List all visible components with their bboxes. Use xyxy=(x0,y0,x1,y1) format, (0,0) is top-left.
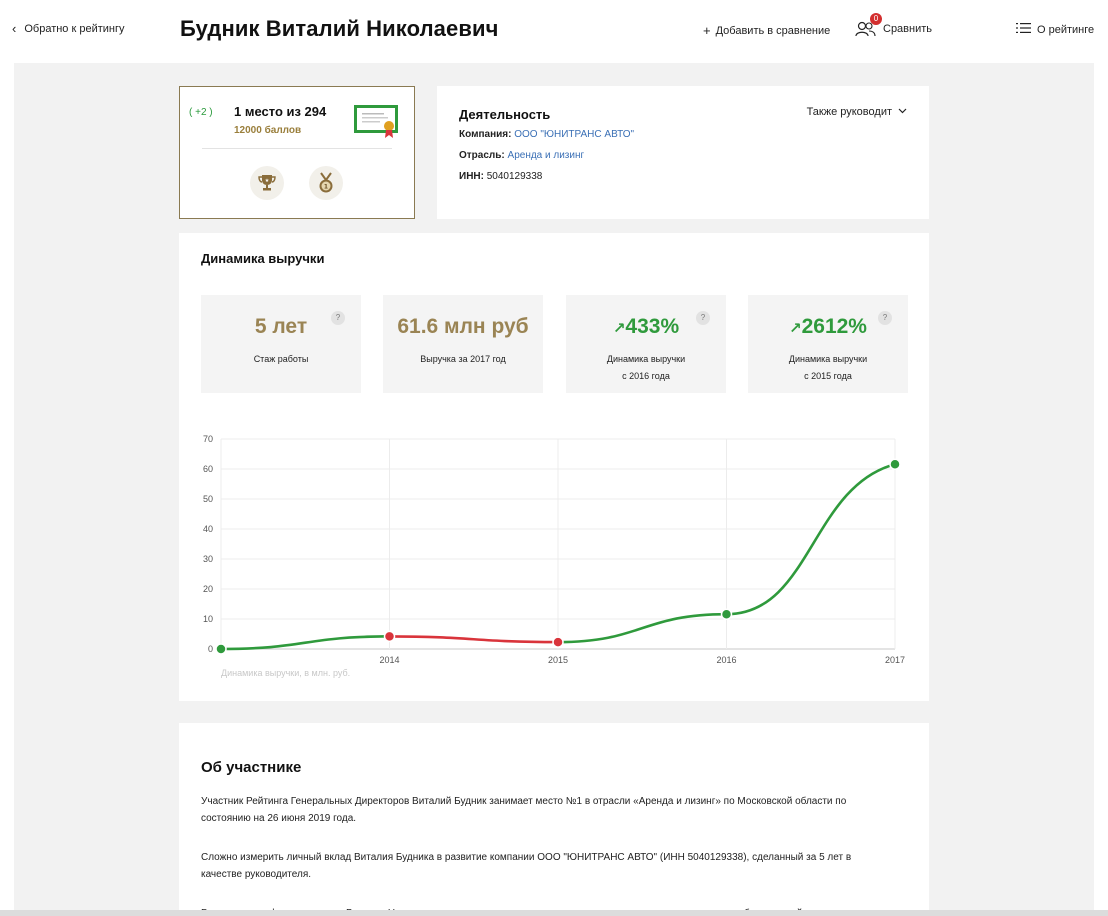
company-label: Компания: xyxy=(459,129,512,140)
x-tick-label: 2016 xyxy=(716,655,736,665)
compare-button[interactable]: 0 Сравнить xyxy=(855,13,933,38)
trophy-icon: ★ xyxy=(250,166,284,200)
people-icon: 0 xyxy=(855,13,882,38)
revenue-title: Динамика выручки xyxy=(201,251,325,266)
rank-place: 1 место из 294 xyxy=(234,104,327,119)
data-point xyxy=(215,643,227,655)
stat-growth-2015: ↗2612% Динамика выручки с 2015 года ? xyxy=(748,295,908,393)
activity-title: Деятельность xyxy=(459,107,551,122)
y-tick-label: 50 xyxy=(203,494,213,504)
bottom-scroll-edge xyxy=(0,910,1108,916)
activity-card: Деятельность Также руководит Компания: О… xyxy=(437,86,929,219)
stat-revenue-2017: 61.6 млн руб Выручка за 2017 год xyxy=(383,295,543,393)
chevron-left-icon: ‹ xyxy=(12,21,17,36)
company-row: Компания: ООО "ЮНИТРАНС АВТО" xyxy=(459,129,634,140)
about-title: Об участнике xyxy=(201,759,302,776)
stat-value-text: 5 лет xyxy=(254,315,308,338)
data-point xyxy=(889,458,901,470)
arrow-up-right-icon: ↗ xyxy=(612,320,626,337)
rank-delta: ( +2 ) xyxy=(189,107,213,118)
company-link[interactable]: ООО "ЮНИТРАНС АВТО" xyxy=(514,129,634,140)
revenue-line-chart: 0 10 20 30 40 50 60 70 2014 2015 2016 2017 Динамика … xyxy=(203,434,905,678)
series-segment xyxy=(556,612,728,644)
compare-label: Сравнить xyxy=(883,23,933,35)
y-tick-label: 0 xyxy=(208,644,213,654)
series-segment xyxy=(725,462,897,616)
about-paragraph-1: Участник Рейтинга Генеральных Директоров… xyxy=(201,796,847,824)
about-paragraph-2: Сложно измерить личный вклад Виталия Буд… xyxy=(201,852,852,880)
data-point xyxy=(552,636,564,648)
compare-count-badge: 0 xyxy=(870,13,882,25)
rank-points: 12000 баллов xyxy=(234,125,302,136)
svg-text:★: ★ xyxy=(265,178,270,184)
y-tick-label: 60 xyxy=(203,464,213,474)
stat-growth-2016: ↗433% Динамика выручки с 2016 года ? xyxy=(566,295,726,393)
arrow-up-right-icon: ↗ xyxy=(789,320,802,337)
about-rating-label: О рейтинге xyxy=(1037,23,1095,36)
x-tick-label: 2017 xyxy=(885,655,905,665)
medal-icon: 1 xyxy=(309,166,343,200)
rank-card: ( +2 ) 1 место из 294 12000 баллов ★ 1 xyxy=(179,86,415,219)
also-leads-dropdown[interactable]: Также руководит xyxy=(807,106,907,118)
stat-value: 61.6 млн руб xyxy=(383,315,543,339)
stat-caption: Стаж работы xyxy=(253,354,309,364)
add-compare-label: Добавить в сравнение xyxy=(715,24,831,37)
y-tick-label: 30 xyxy=(203,554,213,564)
plus-icon: + xyxy=(703,23,711,38)
y-tick-label: 20 xyxy=(203,584,213,594)
stat-caption: Динамика выручки с 2015 года xyxy=(788,354,868,381)
data-point xyxy=(720,608,733,620)
add-to-compare-button[interactable]: + Добавить в сравнение xyxy=(703,23,830,38)
help-icon[interactable]: ? xyxy=(878,311,892,325)
industry-row: Отрасль: Аренда и лизинг xyxy=(459,150,584,161)
inn-label: ИНН: xyxy=(459,171,484,182)
y-tick-label: 10 xyxy=(203,614,213,624)
data-point xyxy=(383,630,396,643)
stat-value-text: 2612% xyxy=(801,315,867,338)
back-label: Обратно к рейтингу xyxy=(24,22,125,35)
stat-caption: Динамика выручки с 2016 года xyxy=(606,354,686,381)
page-content: ( +2 ) 1 место из 294 12000 баллов ★ 1 Д… xyxy=(14,63,1094,916)
help-icon[interactable]: ? xyxy=(331,311,345,325)
x-tick-label: 2014 xyxy=(379,655,399,665)
back-to-rating-link[interactable]: ‹ Обратно к рейтингу xyxy=(12,22,125,35)
inn-value: 5040129338 xyxy=(486,171,543,182)
list-icon xyxy=(1016,22,1031,37)
divider xyxy=(202,148,392,149)
certificate-icon xyxy=(353,104,398,138)
series-segment xyxy=(388,635,560,644)
chevron-down-icon xyxy=(898,106,907,118)
x-tick-label: 2015 xyxy=(548,655,568,665)
revenue-card: Динамика выручки 5 лет Стаж работы ? 61.… xyxy=(179,233,929,701)
about-card: Об участнике Участник Рейтинга Генеральн… xyxy=(179,723,929,916)
inn-row: ИНН: 5040129338 xyxy=(459,171,542,182)
svg-text:1: 1 xyxy=(324,184,328,191)
industry-label: Отрасль: xyxy=(459,150,505,161)
industry-link[interactable]: Аренда и лизинг xyxy=(508,150,585,161)
about-rating-link[interactable]: О рейтинге xyxy=(1016,22,1108,37)
y-tick-label: 40 xyxy=(203,524,213,534)
page-title: Будник Виталий Николаевич xyxy=(180,16,499,41)
stat-caption: Выручка за 2017 год xyxy=(420,354,506,364)
y-tick-label: 70 xyxy=(203,434,213,444)
help-icon[interactable]: ? xyxy=(696,311,710,325)
series-segment xyxy=(219,635,391,651)
stat-experience: 5 лет Стаж работы ? xyxy=(201,295,361,393)
stat-value-text: 61.6 млн руб xyxy=(397,315,529,338)
header: ‹ Обратно к рейтингу Будник Виталий Нико… xyxy=(0,0,1108,62)
x-axis-caption: Динамика выручки, в млн. руб. xyxy=(221,668,350,678)
stat-value-text: 433% xyxy=(625,315,680,338)
also-leads-label: Также руководит xyxy=(806,106,892,118)
